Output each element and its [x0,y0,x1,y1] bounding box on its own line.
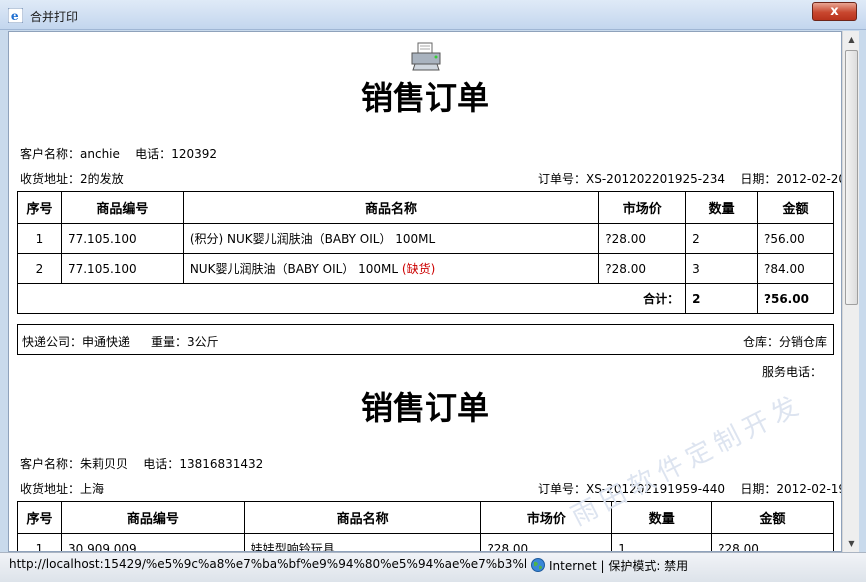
order-meta: 订单号：XS-201202201925-234 日期：2012-02-20 [538,170,842,187]
order-title: 销售订单 [360,79,489,117]
table-row: 1 77.105.100 (积分) NUK婴儿润肤油（BABY OIL） 100… [17,223,834,254]
col-header-amount: 金额 [711,501,834,534]
row-price: ?28.00 [598,223,687,254]
window-title: 合并打印 [30,10,79,24]
print-preview-page: 销售订单 客户名称：anchie 电话：120392 收货地址：2的发放 订单号… [8,31,842,552]
customer-info: 客户名称：anchie 电话：120392 [20,145,217,162]
row-amount: ?56.00 [757,223,834,254]
col-header-name: 商品名称 [243,501,482,534]
total-qty: 2 [685,283,759,314]
warehouse-value: 分销仓库 [778,335,827,349]
col-header-index: 序号 [17,501,62,534]
total-label: 合计： [16,283,687,314]
printer-icon[interactable] [409,42,443,72]
status-bar: http://localhost:15429/%e5%9c%a8%e7%ba%b… [0,552,866,582]
customer-name: anchie [80,147,120,161]
ie-icon: e [8,8,23,23]
address-value: 上海 [80,482,105,496]
courier-value: 申通快递 [82,335,131,349]
phone-value: 120392 [171,147,217,161]
order-title: 销售订单 [360,389,489,427]
order-no: XS-201202201925-234 [586,172,726,186]
customer-label: 客户名称： [20,147,81,161]
vertical-scrollbar[interactable]: ▲ ▼ [842,31,859,552]
row-price: ?28.00 [480,533,613,551]
phone-value: 13816831432 [179,457,264,471]
window-title-bar[interactable]: e 合并打印 x [0,0,866,30]
address-label: 收货地址： [20,172,81,186]
shipping-box: 快递公司：申通快递 重量：3公斤 仓库：分销仓库 [17,324,834,355]
total-row: 合计： 2 ?56.00 [16,283,834,314]
row-qty: 1 [611,533,713,551]
col-header-index: 序号 [17,191,62,224]
table-header-row: 序号 商品编号 商品名称 市场价 数量 金额 [17,501,834,534]
warehouse-label: 仓库： [742,335,779,349]
order-no-label: 订单号： [538,172,587,186]
weight-info: 重量：3公斤 [151,333,219,350]
address-label: 收货地址： [20,482,81,496]
row-qty: 2 [685,223,759,254]
row-index: 1 [17,223,62,254]
close-icon: x [830,4,839,19]
date-label: 日期： [740,482,777,496]
scrollbar-thumb[interactable] [845,50,858,305]
order-date: 2012-02-20 [776,172,842,186]
phone-label: 电话： [135,147,172,161]
row-name: NUK婴儿润肤油（BABY OIL） 100ML [189,262,399,276]
row-qty: 3 [685,253,759,284]
row-amount: ?28.00 [711,533,834,551]
col-header-code: 商品编号 [60,191,184,224]
security-zone: Internet | 保护模式: 禁用 [549,559,689,573]
row-name-cell: NUK婴儿润肤油（BABY OIL） 100ML (缺货) [182,253,600,284]
col-header-price: 市场价 [598,191,687,224]
col-header-qty: 数量 [685,191,759,224]
row-name: 娃娃型响铃玩具 [243,533,482,551]
total-amount: ?56.00 [757,283,834,314]
row-name: (积分) NUK婴儿润肤油（BABY OIL） 100ML [182,223,600,254]
order-items-table: 序号 商品编号 商品名称 市场价 数量 金额 1 30.909.009 娃娃型响… [17,501,834,551]
date-label: 日期： [740,172,777,186]
address-info: 收货地址：2的发放 [20,170,124,187]
row-index: 1 [17,533,62,551]
scroll-down-arrow-icon[interactable]: ▼ [844,535,859,552]
table-row: 2 77.105.100 NUK婴儿润肤油（BABY OIL） 100ML (缺… [17,253,834,284]
table-row: 1 30.909.009 娃娃型响铃玩具 ?28.00 1 ?28.00 [17,533,834,551]
globe-icon [531,558,545,572]
weight-label: 重量： [151,335,188,349]
close-button[interactable]: x [812,2,857,21]
address-value: 2的发放 [80,172,124,186]
table-header-row: 序号 商品编号 商品名称 市场价 数量 金额 [17,191,834,224]
weight-value: 3公斤 [187,335,219,349]
svg-text:e: e [11,9,19,23]
order-date: 2012-02-19 [776,482,842,496]
row-code: 77.105.100 [60,253,184,284]
status-url: http://localhost:15429/%e5%9c%a8%e7%ba%b… [9,557,526,571]
address-info: 收货地址：上海 [20,480,104,497]
shortage-badge: (缺货) [401,262,436,276]
courier-info: 快递公司：申通快递 [22,333,130,350]
customer-info: 客户名称：朱莉贝贝 电话：13816831432 [20,455,263,472]
col-header-amount: 金额 [757,191,834,224]
courier-label: 快递公司： [22,335,83,349]
row-amount: ?84.00 [757,253,834,284]
row-index: 2 [17,253,62,284]
service-phone: 服务电话： [762,365,823,379]
col-header-code: 商品编号 [60,501,245,534]
row-price: ?28.00 [598,253,687,284]
phone-label: 电话： [143,457,180,471]
row-code: 30.909.009 [60,533,245,551]
customer-label: 客户名称： [20,457,81,471]
row-code: 77.105.100 [60,223,184,254]
scroll-up-arrow-icon[interactable]: ▲ [844,31,859,48]
col-header-name: 商品名称 [182,191,600,224]
order-items-table: 序号 商品编号 商品名称 市场价 数量 金额 1 77.105.100 (积分)… [16,191,834,314]
customer-name: 朱莉贝贝 [80,457,129,471]
warehouse-info: 仓库：分销仓库 [743,333,827,350]
